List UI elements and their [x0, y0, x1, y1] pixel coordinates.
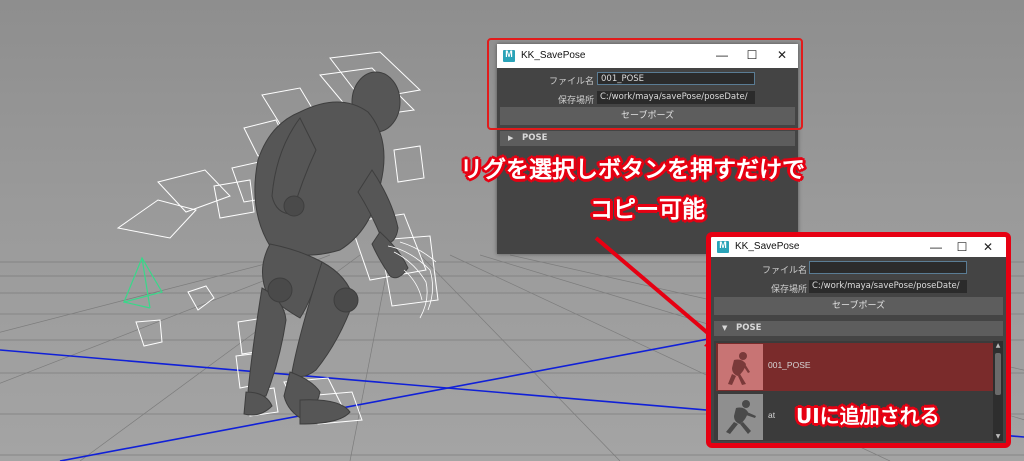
arrow-line — [594, 236, 718, 342]
annotation-line1: リグを選択しボタンを押すだけで — [460, 157, 805, 183]
annotation-line2: コピー可能 — [590, 197, 705, 223]
annotation-added: UIに追加される — [796, 404, 940, 428]
